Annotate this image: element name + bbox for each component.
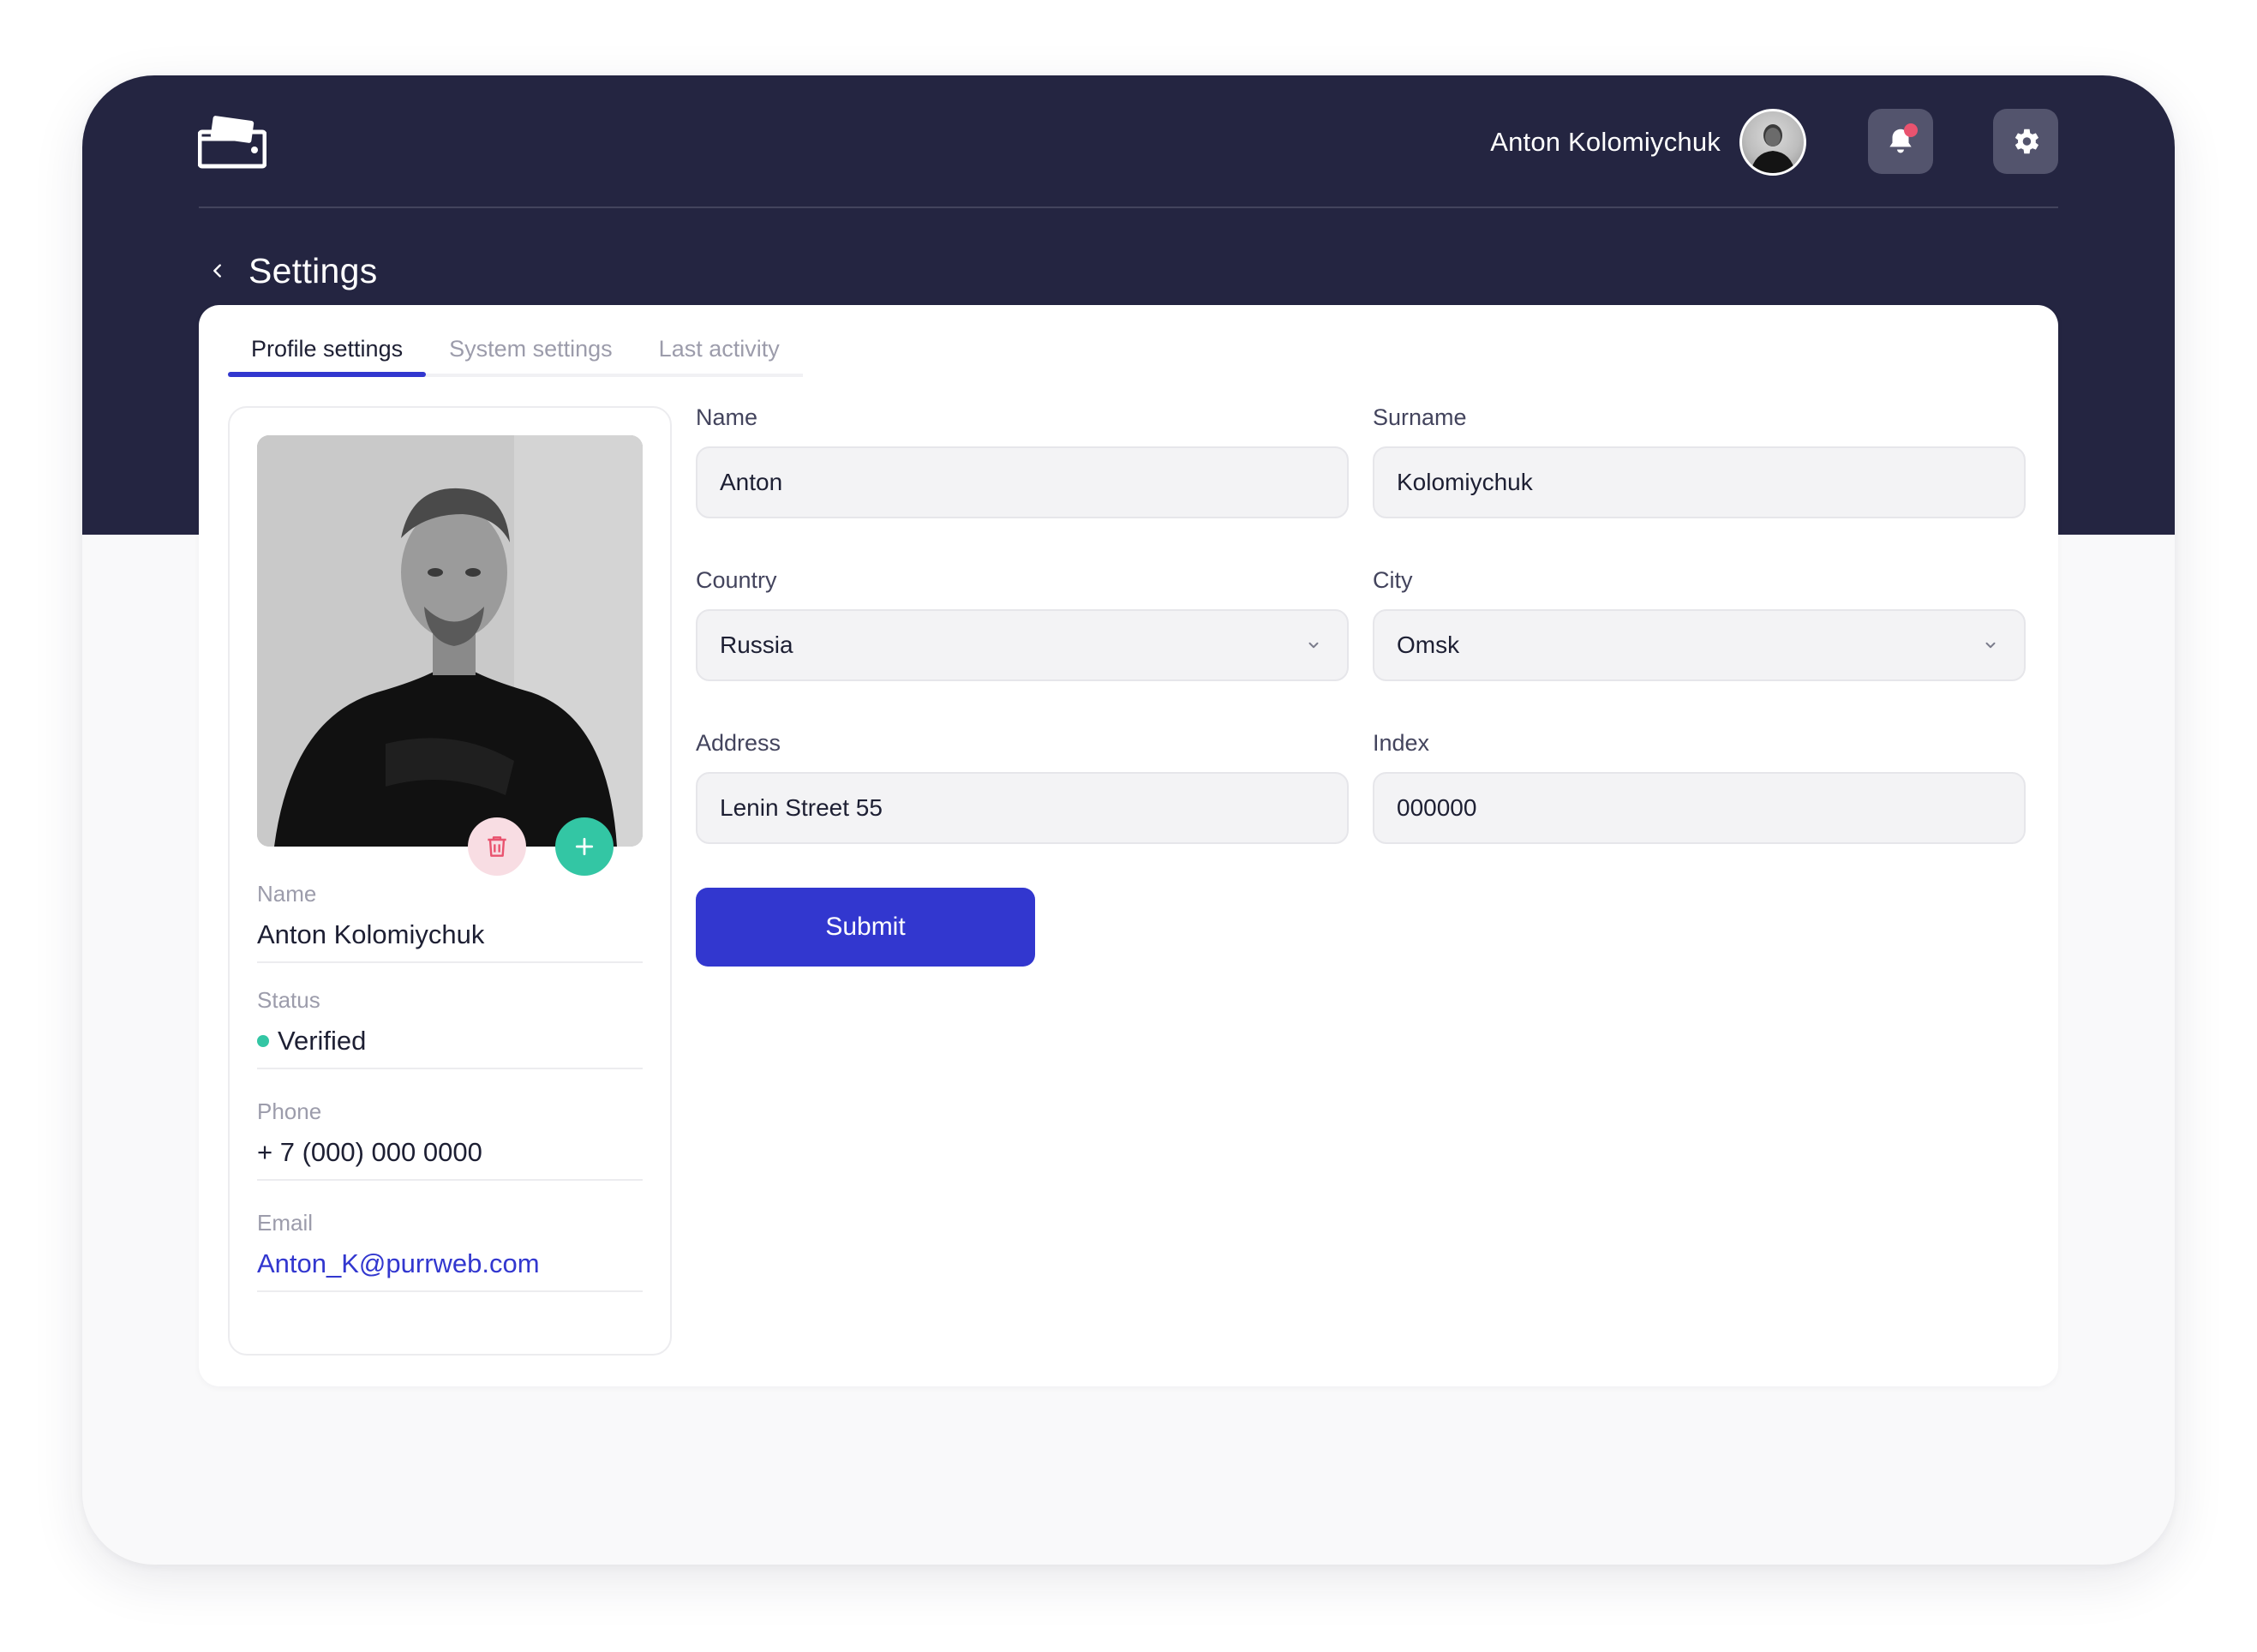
country-label: Country bbox=[696, 567, 777, 593]
surname-field: Surname bbox=[1373, 404, 2026, 518]
profile-name-value: Anton Kolomiychuk bbox=[257, 919, 485, 949]
index-input[interactable] bbox=[1373, 772, 2026, 844]
profile-email-link[interactable]: Anton_K@purrweb.com bbox=[257, 1248, 643, 1279]
address-label: Address bbox=[696, 730, 781, 756]
profile-photo-portrait bbox=[257, 435, 643, 847]
city-label: City bbox=[1373, 567, 1413, 593]
delete-photo-button[interactable] bbox=[468, 817, 526, 876]
user-menu[interactable]: Anton Kolomiychuk bbox=[1490, 108, 1806, 177]
city-select[interactable]: Omsk bbox=[1373, 609, 2026, 681]
index-field: Index bbox=[1373, 730, 2026, 844]
user-avatar[interactable] bbox=[1739, 109, 1806, 176]
profile-phone-field: Phone + 7 (000) 000 0000 bbox=[257, 1098, 643, 1181]
submit-button[interactable]: Submit bbox=[696, 888, 1035, 967]
plus-icon bbox=[575, 837, 594, 856]
city-value: Omsk bbox=[1397, 631, 1460, 658]
profile-phone-label: Phone bbox=[257, 1098, 322, 1124]
address-field: Address bbox=[696, 730, 1349, 844]
country-field: Country Russia bbox=[696, 567, 1349, 681]
country-value: Russia bbox=[720, 631, 793, 658]
name-input[interactable] bbox=[696, 446, 1349, 518]
chevron-down-icon bbox=[1302, 634, 1325, 656]
surname-input[interactable] bbox=[1373, 446, 2026, 518]
status-dot-icon bbox=[257, 1035, 269, 1047]
profile-name-label: Name bbox=[257, 881, 317, 907]
profile-email-field: Email Anton_K@purrweb.com bbox=[257, 1210, 643, 1292]
avatar-person-icon bbox=[1751, 124, 1795, 173]
profile-status-label: Status bbox=[257, 987, 320, 1013]
app-window: Anton Kolomiychuk Settings Profile setti… bbox=[82, 75, 2175, 1565]
profile-status-value: Verified bbox=[278, 1026, 367, 1056]
city-field: City Omsk bbox=[1373, 567, 2026, 681]
settings-card: Profile settings System settings Last ac… bbox=[199, 305, 2058, 1386]
page-title: Settings bbox=[248, 250, 378, 290]
add-photo-button[interactable] bbox=[555, 817, 614, 876]
tab-profile-settings[interactable]: Profile settings bbox=[228, 329, 427, 377]
profile-phone-value: + 7 (000) 000 0000 bbox=[257, 1137, 482, 1167]
user-name: Anton Kolomiychuk bbox=[1490, 127, 1721, 157]
profile-status-row: Verified bbox=[257, 1026, 643, 1056]
header-divider bbox=[199, 206, 2058, 208]
profile-email-label: Email bbox=[257, 1210, 314, 1236]
tab-system-settings[interactable]: System settings bbox=[426, 329, 636, 374]
settings-button[interactable] bbox=[1993, 109, 2058, 174]
profile-panel: Name Anton Kolomiychuk Status Verified P… bbox=[228, 406, 672, 1356]
chevron-down-icon bbox=[1979, 634, 2002, 656]
wallet-logo-icon[interactable] bbox=[197, 115, 267, 170]
profile-status-field: Status Verified bbox=[257, 987, 643, 1069]
profile-photo bbox=[257, 435, 643, 847]
page-header: Settings bbox=[199, 236, 378, 305]
notification-dot bbox=[1904, 123, 1918, 137]
country-select[interactable]: Russia bbox=[696, 609, 1349, 681]
trash-icon bbox=[488, 836, 506, 857]
notifications-button[interactable] bbox=[1868, 109, 1933, 174]
profile-name-field: Name Anton Kolomiychuk bbox=[257, 881, 643, 963]
address-input[interactable] bbox=[696, 772, 1349, 844]
tab-last-activity[interactable]: Last activity bbox=[636, 329, 803, 374]
surname-label: Surname bbox=[1373, 404, 1467, 430]
index-label: Index bbox=[1373, 730, 1430, 756]
chevron-left-icon[interactable] bbox=[199, 252, 236, 290]
name-label: Name bbox=[696, 404, 758, 430]
settings-tabs: Profile settings System settings Last ac… bbox=[228, 329, 803, 377]
name-field: Name bbox=[696, 404, 1349, 518]
gear-icon bbox=[2015, 129, 2039, 154]
